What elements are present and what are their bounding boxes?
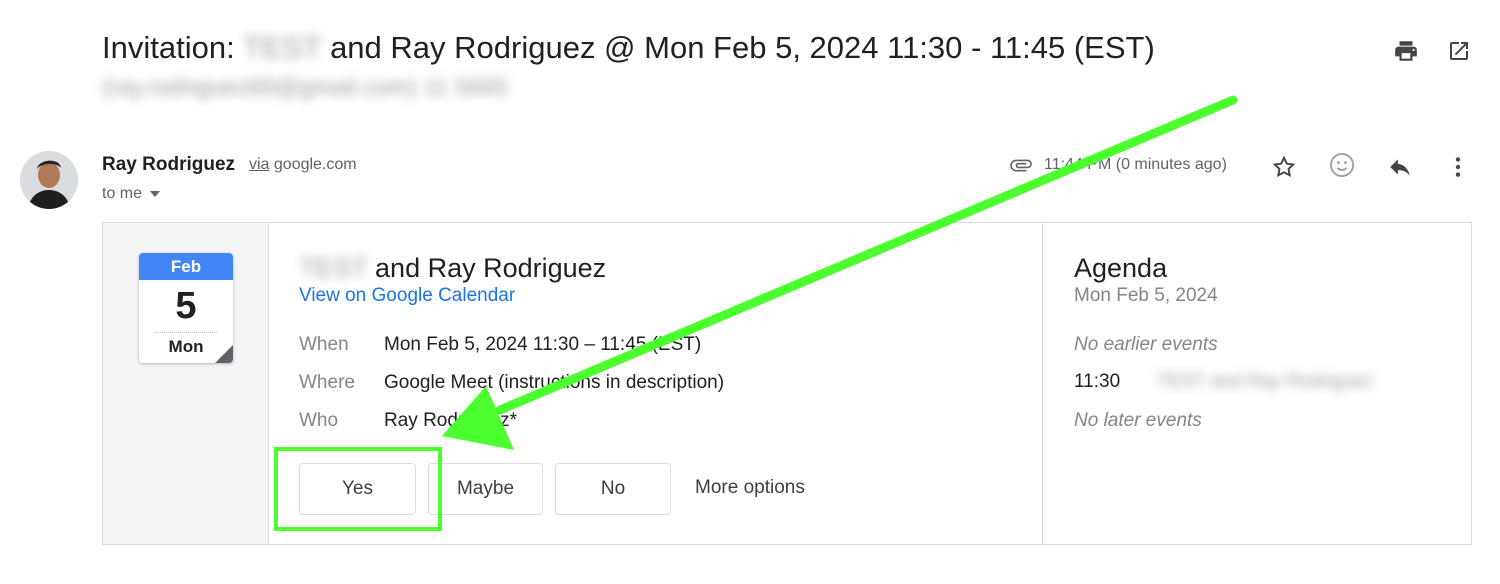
reply-icon[interactable] <box>1385 152 1415 182</box>
agenda-event-title-redacted: TEST and Ray Rodriguez <box>1157 371 1374 392</box>
who-label: Who <box>299 410 339 431</box>
agenda-event-time: 11:30 <box>1074 371 1121 392</box>
calendar-date-icon: Feb 5 Mon <box>139 253 233 363</box>
subject-redacted: TEST <box>242 30 322 65</box>
event-title-redacted: TEST <box>299 253 368 283</box>
attachment-icon <box>1006 150 1036 180</box>
view-on-google-calendar-link[interactable]: View on Google Calendar <box>299 285 515 307</box>
open-in-new-window-icon[interactable] <box>1444 36 1474 66</box>
recipients-toggle[interactable]: to me <box>102 185 161 203</box>
email-subject: Invitation: TEST and Ray Rodriguez @ Mon… <box>102 30 1155 66</box>
calendar-column: Feb 5 Mon <box>103 223 269 544</box>
rsvp-maybe-button[interactable]: Maybe <box>428 463 543 515</box>
more-options-link[interactable]: More options <box>695 477 805 499</box>
agenda-date: Mon Feb 5, 2024 <box>1074 285 1218 306</box>
subject-rest: and Ray Rodriguez @ Mon Feb 5, 2024 11:3… <box>330 30 1155 65</box>
page-fold-icon <box>215 345 233 363</box>
event-title-text: and Ray Rodriguez <box>375 253 607 283</box>
via-domain-text: google.com <box>273 156 357 173</box>
yes-highlight-box <box>274 447 442 531</box>
redacted-sender-email: (ray.rodriguez89@gmail.com) 11 5665 <box>102 74 509 101</box>
caret-down-icon <box>150 191 161 197</box>
rsvp-no-button[interactable]: No <box>555 463 671 515</box>
when-label: When <box>299 334 349 355</box>
sender-name[interactable]: Ray Rodriguez <box>102 154 235 176</box>
message-timestamp: 11:44 PM (0 minutes ago) <box>1044 156 1227 173</box>
no-later-events: No later events <box>1074 410 1202 431</box>
to-me-label: to me <box>102 185 143 202</box>
no-earlier-events: No earlier events <box>1074 334 1218 355</box>
print-icon[interactable] <box>1391 36 1421 66</box>
event-title: TEST and Ray Rodriguez <box>299 253 606 284</box>
calendar-month: Feb <box>139 253 233 280</box>
agenda-panel: Agenda Mon Feb 5, 2024 No earlier events… <box>1042 223 1472 544</box>
star-icon[interactable] <box>1269 152 1299 182</box>
calendar-divider <box>155 332 217 333</box>
who-value: Ray Rodriguez* <box>384 410 518 431</box>
subject-prefix: Invitation: <box>102 30 235 65</box>
when-value: Mon Feb 5, 2024 11:30 – 11:45 (EST) <box>384 334 702 355</box>
via-link[interactable]: via <box>249 156 269 173</box>
more-vert-icon[interactable] <box>1443 152 1473 182</box>
sender-avatar[interactable] <box>20 151 78 209</box>
emoji-reaction-icon[interactable] <box>1327 150 1357 180</box>
calendar-day: 5 <box>175 285 197 327</box>
agenda-title: Agenda <box>1074 253 1168 283</box>
via-domain: via google.com <box>249 156 357 174</box>
where-label: Where <box>299 372 355 393</box>
where-value: Google Meet (instructions in description… <box>384 372 725 393</box>
